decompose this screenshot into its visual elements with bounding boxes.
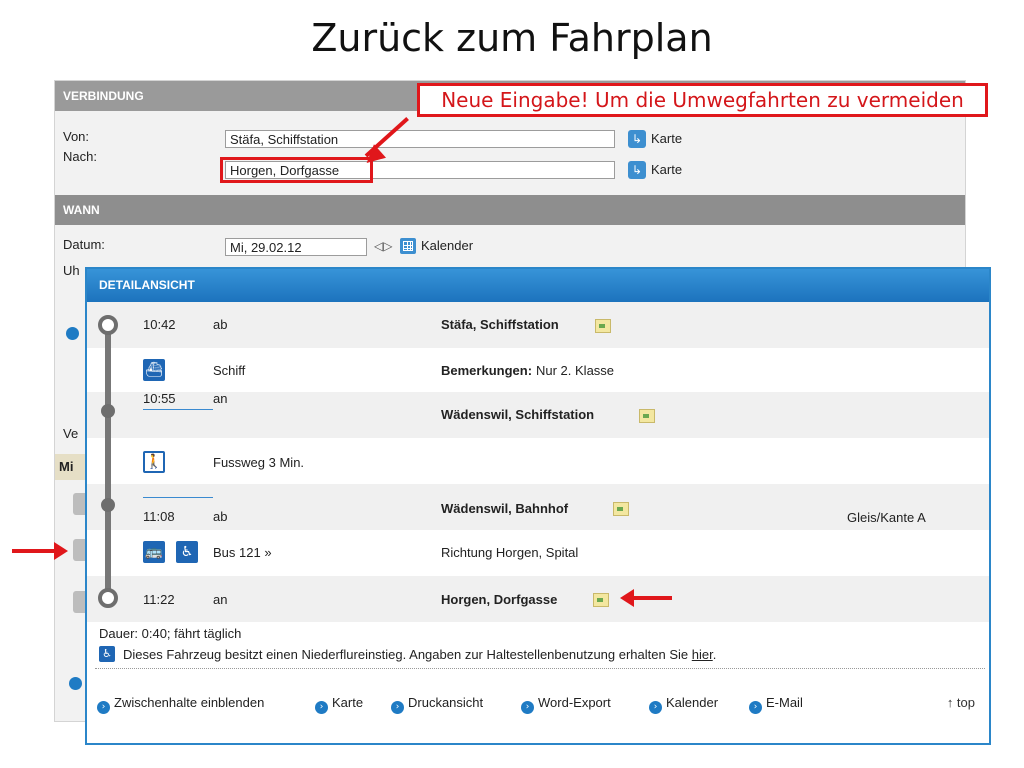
stop-marker-mid-1 xyxy=(101,404,115,418)
wheelchair-icon: ♿ xyxy=(176,541,198,563)
bus-icon: 🚌 xyxy=(143,541,165,563)
station-staefa-link[interactable]: Stäfa, Schiffstation xyxy=(441,317,559,332)
datum-input[interactable]: Mi, 29.02.12 xyxy=(225,238,367,256)
time-depart-2: 11:08 xyxy=(143,509,175,524)
nach-label: Nach: xyxy=(63,149,97,164)
uhrzeit-label-partial: Uh xyxy=(63,263,80,278)
datum-label: Datum: xyxy=(63,237,105,252)
calendar-icon[interactable] xyxy=(400,238,416,254)
word-export-link[interactable]: › Word-Export xyxy=(521,695,611,714)
wheelchair-icon-small: ♿ xyxy=(99,646,115,662)
dir-depart-1: ab xyxy=(213,317,228,332)
time-underline-1 xyxy=(143,409,213,410)
karte-link-nach[interactable]: Karte xyxy=(651,162,682,177)
chevron-right-icon: › xyxy=(521,701,534,714)
email-label: E-Mail xyxy=(766,695,803,710)
station-horgen-link[interactable]: Horgen, Dorfgasse xyxy=(441,592,557,607)
annotation-callout: Neue Eingabe! Um die Umwegfahrten zu ver… xyxy=(417,83,988,117)
zwischenhalte-label: Zwischenhalte einblenden xyxy=(114,695,265,710)
detail-header: DETAILANSICHT xyxy=(87,269,989,302)
station-map-icon[interactable] xyxy=(593,593,609,607)
time-arrive-2: 11:22 xyxy=(143,592,175,607)
transport-bus-121[interactable]: Bus 121 » xyxy=(213,545,272,560)
section-header-wann: WANN xyxy=(55,195,965,225)
station-waedenswil-schiff-link[interactable]: Wädenswil, Schiffstation xyxy=(441,407,594,422)
station-map-icon[interactable] xyxy=(595,319,611,333)
time-overline-2 xyxy=(143,497,213,498)
stop-marker-mid-2 xyxy=(101,498,115,512)
map-icon-nach[interactable]: ↳ xyxy=(628,161,646,179)
chevron-right-icon: › xyxy=(97,701,110,714)
karte-label: Karte xyxy=(332,695,364,710)
druckansicht-link[interactable]: › Druckansicht xyxy=(391,695,483,714)
kalender-export-link[interactable]: › Kalender xyxy=(649,695,718,714)
chevron-right-icon: › xyxy=(315,701,328,714)
chevron-right-icon: › xyxy=(649,701,662,714)
separator xyxy=(95,668,985,669)
stop-marker-start xyxy=(98,315,118,335)
druckansicht-label: Druckansicht xyxy=(408,695,484,710)
transport-fussweg: Fussweg 3 Min. xyxy=(213,455,305,470)
dir-depart-2: ab xyxy=(213,509,228,524)
kalender-export-label: Kalender xyxy=(666,695,719,710)
station-waedenswil-bahnhof-link[interactable]: Wädenswil, Bahnhof xyxy=(441,501,568,516)
remark-label: Bemerkungen: xyxy=(441,363,533,378)
date-prev-next-icon[interactable]: ◁▷ xyxy=(374,239,392,253)
time-arrive-1: 10:55 xyxy=(143,391,176,406)
von-input[interactable]: Stäfa, Schiffstation xyxy=(225,130,615,148)
bullet-icon-lower[interactable] xyxy=(69,677,82,690)
remark-text: Nur 2. Klasse xyxy=(536,363,615,378)
slide-title: Zurück zum Fahrplan xyxy=(311,16,713,60)
chevron-right-icon: › xyxy=(391,701,404,714)
chevron-right-icon: › xyxy=(749,701,762,714)
station-map-icon[interactable] xyxy=(639,409,655,423)
annotation-arrow-horgen xyxy=(620,589,672,607)
platform-label: Gleis/Kante A xyxy=(847,510,926,525)
walk-icon: 🚶 xyxy=(143,451,165,473)
karte-link[interactable]: › Karte xyxy=(315,695,363,714)
verbindungen-label-partial: Ve xyxy=(63,426,79,441)
kalender-link[interactable]: Kalender xyxy=(421,238,473,253)
route-track xyxy=(105,323,111,597)
ship-icon: ⛴ xyxy=(143,359,165,381)
annotation-arrow-bus xyxy=(12,542,68,560)
map-icon-von[interactable]: ↳ xyxy=(628,130,646,148)
bullet-icon[interactable] xyxy=(66,327,79,340)
dir-arrive-1: an xyxy=(213,391,228,406)
von-label: Von: xyxy=(63,129,90,144)
word-export-label: Word-Export xyxy=(538,695,611,710)
lowfloor-text: Dieses Fahrzeug besitzt einen Niederflur… xyxy=(123,647,689,662)
station-map-icon[interactable] xyxy=(613,502,629,516)
email-link[interactable]: › E-Mail xyxy=(749,695,803,714)
lowfloor-end: . xyxy=(712,647,717,662)
detail-panel: DETAILANSICHT 10:42 ab Stäfa, Schiffstat… xyxy=(85,267,991,745)
time-depart-1: 10:42 xyxy=(143,317,176,332)
dir-arrive-2: an xyxy=(213,592,228,607)
lowfloor-note: Dieses Fahrzeug besitzt einen Niederflur… xyxy=(123,647,716,662)
lowfloor-link[interactable]: hier xyxy=(692,647,713,662)
stop-marker-end xyxy=(98,588,118,608)
bus-direction: Richtung Horgen, Spital xyxy=(441,545,579,560)
karte-link-von[interactable]: Karte xyxy=(651,131,682,146)
top-link[interactable]: ↑ top xyxy=(947,695,975,710)
duration-text: Dauer: 0:40; fährt täglich xyxy=(99,626,242,641)
zwischenhalte-link[interactable]: › Zwischenhalte einblenden xyxy=(97,695,264,714)
transport-schiff: Schiff xyxy=(213,363,246,378)
annotation-highlight-box xyxy=(220,157,373,183)
